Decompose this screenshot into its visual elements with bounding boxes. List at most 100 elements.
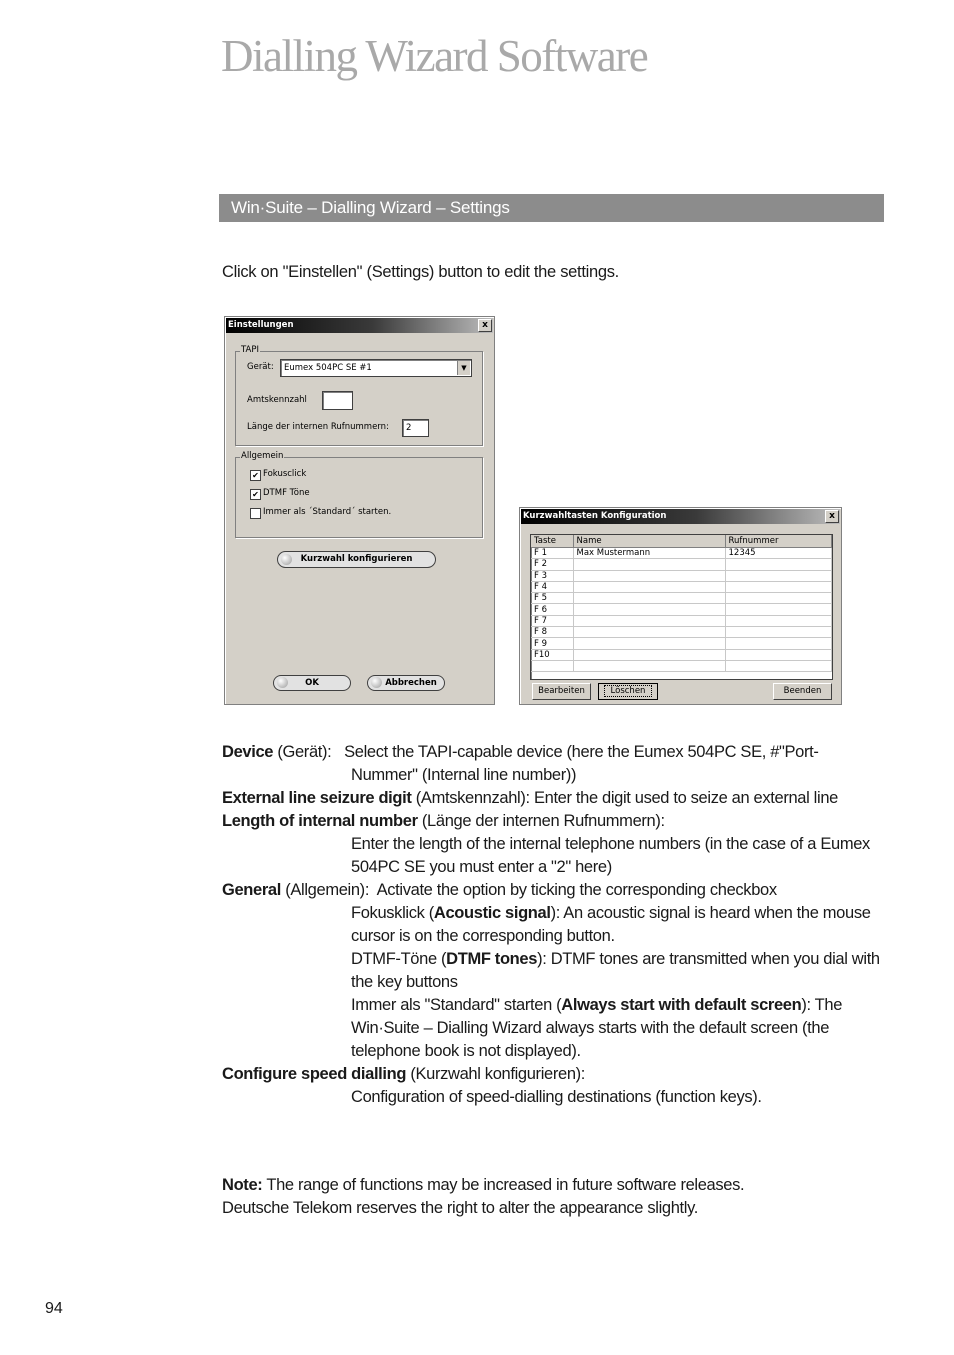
- internal-length-label: Länge der internen Rufnummern:: [247, 422, 389, 432]
- term: General: [222, 881, 281, 899]
- def-focus: Fokusklick (Acoustic signal): An acousti…: [222, 902, 884, 948]
- focus-click-checkbox[interactable]: ✔: [250, 470, 261, 481]
- name-cell: [573, 581, 726, 594]
- key-cell: F 9: [531, 637, 574, 650]
- term: Configure speed dialling: [222, 1065, 407, 1083]
- description: (Amtskennzahl): Enter the digit used to …: [411, 789, 839, 807]
- button-bullet-icon: [277, 677, 288, 688]
- text: Immer als "Standard" starten (: [351, 996, 562, 1014]
- key-cell: F10: [531, 649, 574, 661]
- table-row[interactable]: F 2: [531, 558, 832, 571]
- settings-dialog-title: Einstellungen: [226, 318, 493, 333]
- exit-button[interactable]: Beenden: [773, 683, 832, 700]
- table-row[interactable]: F 4: [531, 581, 832, 594]
- number-cell: [725, 626, 832, 639]
- note: Note: The range of functions may be incr…: [222, 1174, 745, 1220]
- term: External line seizure digit: [222, 789, 412, 807]
- standard-start-checkbox[interactable]: [250, 508, 261, 519]
- close-icon[interactable]: x: [478, 319, 492, 332]
- name-cell: [573, 626, 726, 639]
- ok-label: OK: [305, 678, 319, 688]
- term: Acoustic signal: [433, 904, 551, 922]
- key-cell: F 5: [531, 592, 574, 605]
- def-external: External line seizure digit (Amtskennzah…: [222, 787, 884, 810]
- name-cell: [573, 592, 726, 605]
- settings-dialog: Einstellungen x TAPI Gerät: Eumex 504PC …: [224, 316, 495, 705]
- def-length-text: Enter the length of the internal telepho…: [351, 835, 870, 876]
- delete-button[interactable]: Löschen: [598, 683, 658, 700]
- table-row[interactable]: F 7: [531, 615, 832, 628]
- configure-speed-dial-button[interactable]: Kurzwahl konfigurieren: [277, 551, 436, 568]
- def-device: Device (Gerät): Select the TAPI-capable …: [222, 741, 884, 787]
- term: Length of internal number: [222, 812, 418, 830]
- ok-button[interactable]: OK: [273, 675, 351, 691]
- note-label: Note:: [222, 1176, 263, 1194]
- number-cell: [725, 649, 832, 661]
- configure-speed-dial-label: Kurzwahl konfigurieren: [300, 554, 413, 564]
- external-digit-input[interactable]: [322, 391, 353, 410]
- external-digit-label: Amtskennzahl: [247, 395, 307, 405]
- device-label: Gerät:: [247, 362, 274, 372]
- number-cell: 12345: [725, 547, 832, 560]
- table-row[interactable]: [531, 660, 832, 673]
- delete-label: Löschen: [603, 685, 653, 697]
- column-header-number[interactable]: Rufnummer: [725, 535, 832, 548]
- button-bullet-icon: [281, 554, 292, 565]
- number-cell: [725, 592, 832, 605]
- key-cell: F 6: [531, 603, 574, 616]
- name-cell: Max Mustermann: [573, 547, 726, 560]
- name-cell: [573, 637, 726, 650]
- key-cell: F 4: [531, 581, 574, 594]
- column-header-key[interactable]: Taste: [531, 535, 574, 548]
- key-cell: F 7: [531, 615, 574, 628]
- table-row[interactable]: F 8: [531, 626, 832, 639]
- number-cell: [725, 570, 832, 582]
- chevron-down-icon[interactable]: ▼: [457, 361, 470, 375]
- device-select[interactable]: Eumex 504PC SE #1 ▼: [280, 359, 472, 377]
- name-cell: [573, 660, 726, 673]
- name-cell: [573, 603, 726, 616]
- term: DTMF tones: [446, 950, 538, 968]
- term-note: (Kurzwahl konfigurieren):: [406, 1065, 586, 1083]
- name-cell: [573, 649, 726, 661]
- column-header-name[interactable]: Name: [573, 535, 726, 548]
- cancel-button[interactable]: Abbrechen: [367, 675, 445, 691]
- name-cell: [573, 570, 726, 582]
- table-row[interactable]: F 6: [531, 603, 832, 616]
- description: Select the TAPI-capable device (here the…: [344, 743, 819, 784]
- table-row[interactable]: F 1 Max Mustermann 12345: [531, 547, 832, 560]
- cancel-label: Abbrechen: [385, 678, 437, 688]
- name-cell: [573, 558, 726, 571]
- note-line1: The range of functions may be increased …: [262, 1176, 745, 1194]
- close-icon[interactable]: x: [825, 510, 839, 523]
- def-standard: Immer als "Standard" starten (Always sta…: [222, 994, 884, 1063]
- focus-click-label: Fokusclick: [263, 469, 307, 479]
- key-cell: F 8: [531, 626, 574, 639]
- def-general: General (Allgemein): Activate the option…: [222, 879, 884, 902]
- note-line2: Deutsche Telekom reserves the right to a…: [222, 1199, 699, 1217]
- internal-length-input[interactable]: 2: [402, 419, 429, 437]
- button-bullet-icon: [371, 677, 382, 688]
- dtmf-checkbox[interactable]: ✔: [250, 489, 261, 500]
- page-number: 94: [45, 1300, 63, 1317]
- key-cell: [531, 660, 574, 673]
- key-cell: F 1: [531, 547, 574, 560]
- term-note: (Länge der internen Rufnummern):: [417, 812, 665, 830]
- section-header: Win·Suite – Dialling Wizard – Settings: [219, 194, 884, 222]
- text: Fokusklick (: [351, 904, 434, 922]
- table-row[interactable]: F 3: [531, 570, 832, 582]
- table-row[interactable]: F 5: [531, 592, 832, 605]
- definitions: Device (Gerät): Select the TAPI-capable …: [222, 741, 884, 1109]
- def-dtmf: DTMF-Töne (DTMF tones): DTMF tones are t…: [222, 948, 884, 994]
- number-cell: [725, 615, 832, 628]
- number-cell: [725, 603, 832, 616]
- name-cell: [573, 615, 726, 628]
- table-row[interactable]: F10: [531, 649, 832, 661]
- edit-button[interactable]: Bearbeiten: [532, 683, 591, 700]
- table-row[interactable]: F 9: [531, 637, 832, 650]
- key-cell: F 3: [531, 570, 574, 582]
- standard-start-label: Immer als ´Standard´ starten.: [263, 507, 392, 517]
- description: (Allgemein): Activate the option by tick…: [281, 881, 777, 899]
- def-speed: Configure speed dialling (Kurzwahl konfi…: [222, 1063, 884, 1086]
- number-cell: [725, 558, 832, 571]
